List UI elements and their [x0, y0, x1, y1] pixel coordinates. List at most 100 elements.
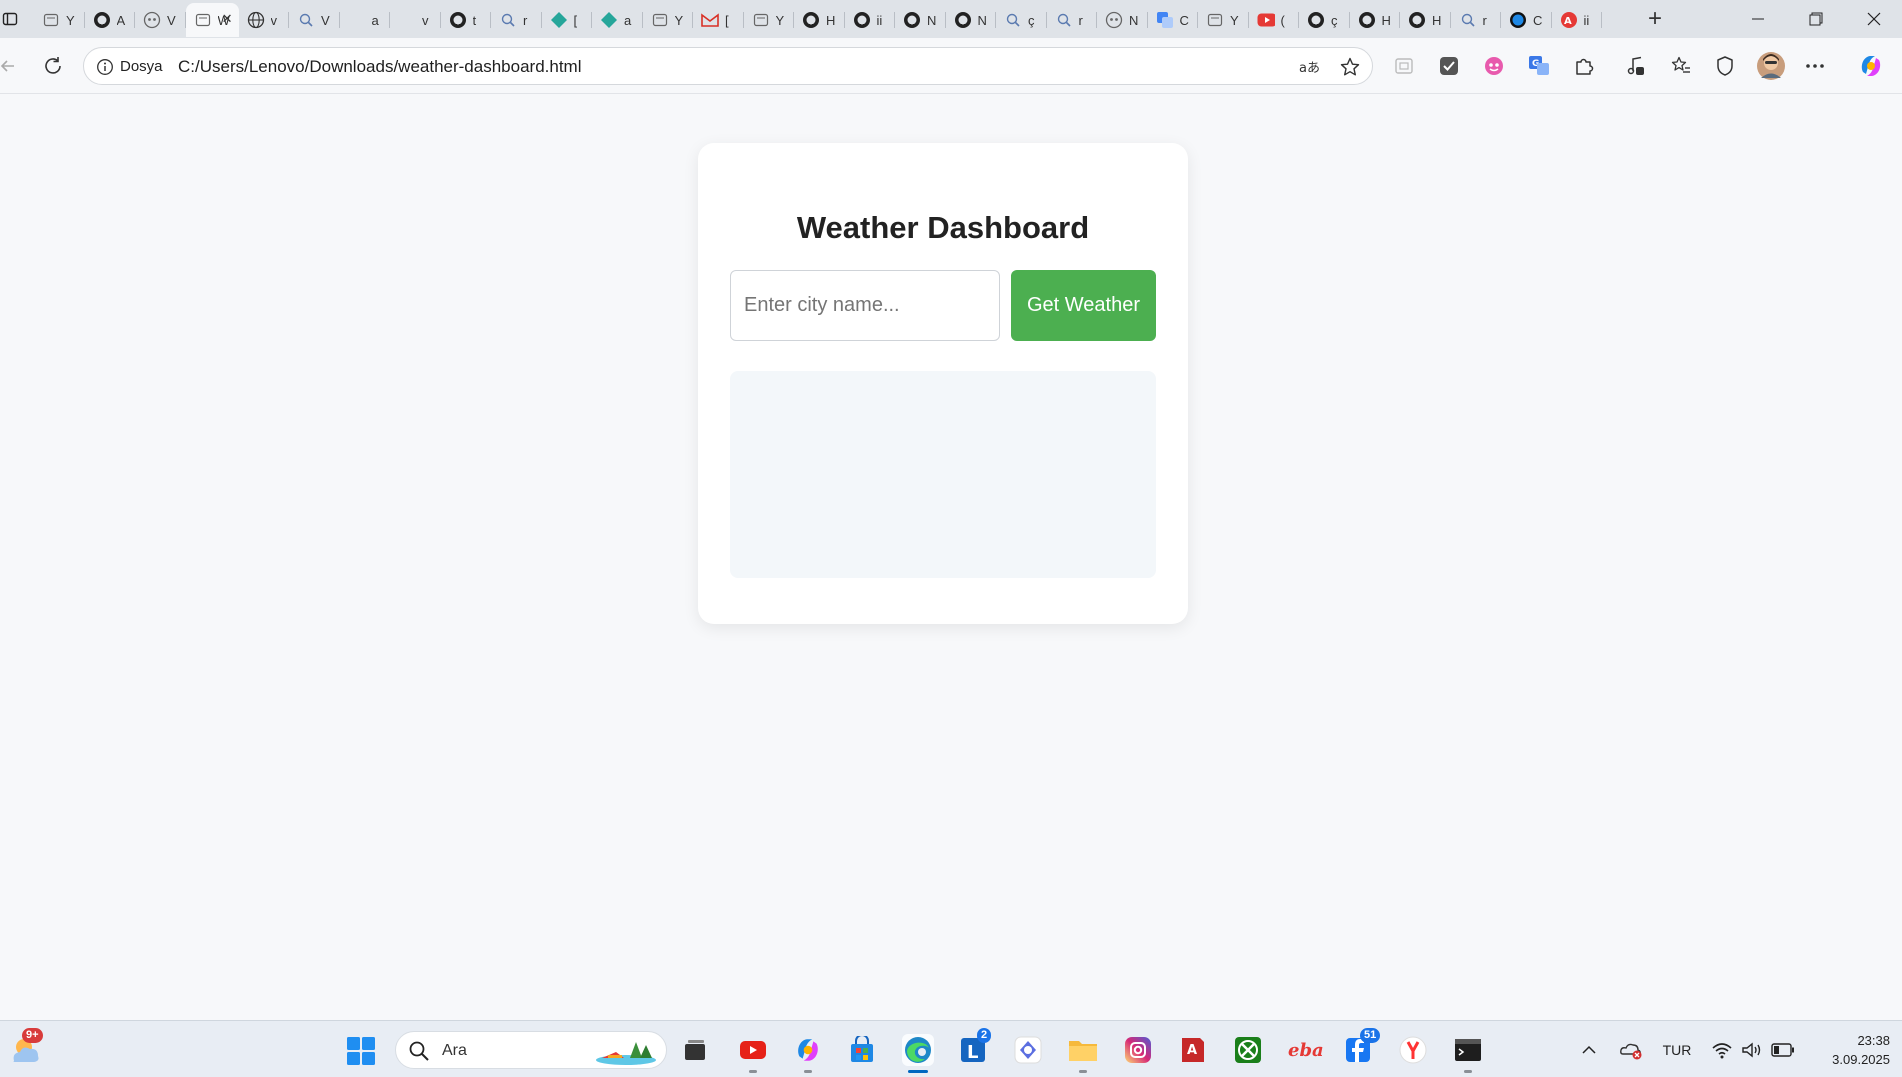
city-search-input[interactable] — [730, 270, 1000, 341]
profile-avatar[interactable] — [1755, 50, 1787, 82]
split-screen-icon[interactable] — [1391, 53, 1417, 79]
new-tab-button[interactable]: + — [1640, 4, 1670, 34]
minimize-button[interactable] — [1730, 0, 1786, 38]
clock[interactable]: 23:38 3.09.2025 — [1832, 1031, 1890, 1069]
browser-tab[interactable]: N — [895, 3, 946, 37]
eba-app-icon[interactable]: eba — [1287, 1034, 1323, 1066]
browser-tab[interactable]: Y — [34, 3, 85, 37]
messenger-app-icon[interactable]: 51 — [1342, 1028, 1381, 1066]
get-weather-button[interactable]: Get Weather — [1011, 270, 1156, 341]
browser-tab[interactable]: r — [1451, 3, 1502, 37]
show-hidden-icons-chevron-up-icon[interactable] — [1578, 1039, 1600, 1061]
site-label: Dosya — [120, 58, 163, 75]
language-indicator[interactable]: TUR — [1658, 1039, 1696, 1061]
browser-tab[interactable]: Y — [744, 3, 795, 37]
extensions-puzzle-icon[interactable] — [1571, 53, 1597, 79]
copilot-extension-icon[interactable] — [1481, 53, 1507, 79]
refresh-button[interactable] — [39, 52, 67, 80]
battery-icon[interactable] — [1770, 1039, 1796, 1061]
browser-tab[interactable]: ç — [996, 3, 1047, 37]
browser-tab[interactable]: t — [441, 3, 492, 37]
browser-tab[interactable]: C — [1501, 3, 1552, 37]
translate-extension-icon[interactable]: G — [1526, 53, 1552, 79]
browser-tab[interactable]: N — [946, 3, 997, 37]
address-bar[interactable]: Dosya C:/Users/Lenovo/Downloads/weather-… — [83, 47, 1373, 85]
xbox-app-icon[interactable] — [1232, 1034, 1264, 1066]
copilot-icon — [1105, 11, 1123, 29]
svg-text:A: A — [1187, 1043, 1197, 1058]
yandex-browser-icon[interactable] — [1397, 1034, 1429, 1066]
read-aloud-translate-icon[interactable]: aあ — [1299, 56, 1321, 78]
favorites-list-icon[interactable] — [1668, 53, 1694, 79]
blank-icon — [348, 11, 366, 29]
terminal-app-icon[interactable] — [1452, 1034, 1484, 1073]
tab-title: V — [321, 12, 330, 28]
file-explorer-icon[interactable] — [1067, 1034, 1099, 1073]
browser-tab[interactable]: C — [1148, 3, 1199, 37]
browser-tab[interactable]: v — [239, 3, 290, 37]
restore-button[interactable] — [1788, 0, 1844, 38]
url-text[interactable]: C:/Users/Lenovo/Downloads/weather-dashbo… — [178, 57, 581, 77]
onedrive-error-icon[interactable] — [1618, 1039, 1644, 1061]
weather-widget-icon[interactable]: 9+ — [6, 1028, 46, 1069]
browser-tab[interactable]: W ✕ — [185, 3, 239, 37]
taskbar-search-box[interactable]: Ara — [395, 1031, 667, 1069]
browser-tab[interactable]: V — [135, 3, 186, 37]
browser-tab[interactable]: H — [1350, 3, 1401, 37]
volume-icon[interactable] — [1740, 1039, 1764, 1061]
browser-tab[interactable]: Aii — [1552, 3, 1603, 37]
browser-tab[interactable]: a — [592, 3, 643, 37]
youtube-app-icon[interactable] — [737, 1034, 769, 1073]
tab-title: Y — [1230, 12, 1239, 28]
tab-title: H — [1432, 12, 1442, 28]
copilot-icon[interactable] — [1856, 51, 1886, 81]
browser-tab[interactable]: A — [85, 3, 136, 37]
instagram-app-icon[interactable] — [1122, 1034, 1154, 1066]
wifi-icon[interactable] — [1710, 1039, 1734, 1061]
tab-actions-icon[interactable] — [0, 8, 20, 30]
site-info-icon[interactable] — [96, 58, 114, 76]
browser-tab[interactable]: v — [390, 3, 441, 37]
browser-tab[interactable]: Y — [1198, 3, 1249, 37]
close-window-button[interactable] — [1846, 0, 1902, 38]
gmail-icon — [701, 11, 719, 29]
github-icon — [1307, 11, 1325, 29]
browser-tab[interactable]: r — [1047, 3, 1098, 37]
github-icon — [1358, 11, 1376, 29]
orbit-app-icon[interactable] — [1012, 1034, 1044, 1066]
browser-tab[interactable]: V — [289, 3, 340, 37]
favorite-star-icon[interactable] — [1339, 56, 1361, 78]
tabs-row: Y A V W ✕ v Va v t r [a Y [Y Hii N Nç r N C Y (ç H Hr C Aii — [34, 3, 1602, 37]
close-tab-icon[interactable]: ✕ — [222, 11, 233, 27]
start-windows-icon[interactable] — [346, 1036, 376, 1066]
tab-title: C — [1533, 12, 1543, 28]
autocad-app-icon[interactable]: A — [1177, 1034, 1209, 1066]
github-icon — [903, 11, 921, 29]
tab-title: v — [270, 12, 278, 28]
browser-tab[interactable]: H — [1400, 3, 1451, 37]
browser-tab[interactable]: ( — [1249, 3, 1300, 37]
browser-essentials-shield-icon[interactable] — [1712, 53, 1738, 79]
browser-tab[interactable]: ii — [845, 3, 896, 37]
tab-title: C — [1179, 12, 1189, 28]
tab-title: H — [1381, 12, 1391, 28]
todo-extension-icon[interactable] — [1436, 53, 1462, 79]
browser-tab[interactable]: ç — [1299, 3, 1350, 37]
tab-title: V — [167, 12, 176, 28]
tab-title: ( — [1280, 12, 1285, 28]
browser-tab[interactable]: [ — [693, 3, 744, 37]
back-button[interactable] — [0, 52, 22, 80]
browser-tab[interactable]: [ — [542, 3, 593, 37]
microsoft-store-icon[interactable] — [846, 1034, 878, 1066]
copilot-app-icon[interactable] — [792, 1034, 824, 1073]
edge-browser-icon[interactable] — [902, 1034, 934, 1073]
browser-tab[interactable]: a — [340, 3, 391, 37]
media-control-icon[interactable] — [1623, 53, 1649, 79]
browser-tab[interactable]: N — [1097, 3, 1148, 37]
browser-tab[interactable]: H — [794, 3, 845, 37]
browser-tab[interactable]: r — [491, 3, 542, 37]
task-view-icon[interactable] — [679, 1034, 711, 1066]
lists-app-icon[interactable]: L 2 — [957, 1028, 992, 1066]
settings-more-icon[interactable] — [1802, 53, 1828, 79]
browser-tab[interactable]: Y — [643, 3, 694, 37]
